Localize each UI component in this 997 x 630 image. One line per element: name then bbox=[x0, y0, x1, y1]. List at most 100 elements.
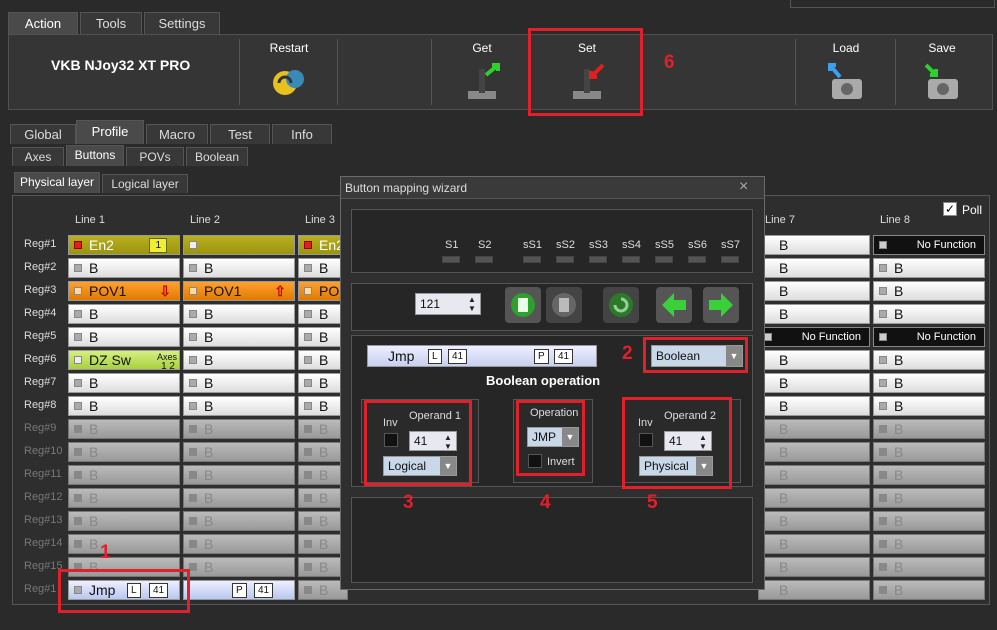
tab-axes[interactable]: Axes bbox=[12, 147, 64, 166]
cell-b[interactable]: B bbox=[873, 442, 985, 462]
tab-global[interactable]: Global bbox=[10, 124, 76, 144]
close-icon[interactable]: × bbox=[739, 178, 748, 196]
cell-b[interactable]: B bbox=[758, 580, 870, 600]
cell-b[interactable]: B bbox=[873, 465, 985, 485]
arrow-left-icon[interactable] bbox=[656, 287, 692, 323]
cell-b[interactable]: B bbox=[183, 557, 295, 577]
tab-macro[interactable]: Macro bbox=[146, 124, 208, 144]
cell-no-function[interactable]: No Function bbox=[873, 235, 985, 255]
tab-logical-layer[interactable]: Logical layer bbox=[102, 174, 188, 193]
cell-b[interactable]: B bbox=[68, 488, 180, 508]
cell-b[interactable]: B bbox=[758, 534, 870, 554]
tab-settings[interactable]: Settings bbox=[144, 12, 220, 34]
tab-buttons[interactable]: Buttons bbox=[66, 145, 124, 166]
row-label: Reg#1 bbox=[24, 583, 57, 595]
save-label: Save bbox=[928, 41, 956, 55]
paste-icon[interactable] bbox=[505, 287, 541, 323]
cell-pov1[interactable]: POV1 ⇧ bbox=[183, 281, 295, 301]
cell-empty[interactable] bbox=[183, 235, 295, 255]
cell-dz-sw[interactable]: DZ Sw Axes 1 2 bbox=[68, 350, 180, 370]
cell-b[interactable]: B bbox=[183, 511, 295, 531]
separator bbox=[431, 39, 432, 105]
cell-b[interactable]: B bbox=[183, 327, 295, 347]
cell-b[interactable]: B bbox=[68, 511, 180, 531]
en2-badge: 1 bbox=[149, 238, 167, 253]
cell-b[interactable]: B bbox=[758, 557, 870, 577]
cell-b[interactable]: B bbox=[873, 396, 985, 416]
cell-b[interactable]: B bbox=[183, 373, 295, 393]
cell-b[interactable]: B bbox=[183, 442, 295, 462]
tab-tools[interactable]: Tools bbox=[80, 12, 142, 34]
separator bbox=[239, 39, 240, 105]
tab-action[interactable]: Action bbox=[8, 12, 78, 34]
cell-b[interactable]: B bbox=[68, 396, 180, 416]
cell-b[interactable]: B bbox=[68, 373, 180, 393]
cell-b[interactable]: B bbox=[758, 465, 870, 485]
cell-b[interactable]: B bbox=[183, 465, 295, 485]
cell-b[interactable]: B bbox=[183, 258, 295, 278]
annotation-number: 1 bbox=[100, 542, 111, 563]
row-label: Reg#13 bbox=[24, 514, 63, 526]
cell-b[interactable]: B bbox=[758, 488, 870, 508]
cell-no-function[interactable]: No Function bbox=[873, 327, 985, 347]
cell-b[interactable]: B bbox=[873, 258, 985, 278]
copy-icon[interactable] bbox=[546, 287, 582, 323]
cell-b[interactable]: B bbox=[68, 465, 180, 485]
cell-b[interactable]: B bbox=[873, 534, 985, 554]
separator bbox=[895, 39, 896, 105]
cell-b[interactable]: B bbox=[758, 396, 870, 416]
cell-b[interactable]: B bbox=[68, 327, 180, 347]
cell-b[interactable]: B bbox=[873, 488, 985, 508]
cell-b[interactable]: B bbox=[68, 258, 180, 278]
cell-b[interactable]: B bbox=[873, 580, 985, 600]
cell-b[interactable]: B bbox=[183, 396, 295, 416]
led-indicator bbox=[523, 256, 541, 263]
cell-b[interactable]: B bbox=[758, 373, 870, 393]
cell-b[interactable]: B bbox=[758, 258, 870, 278]
tab-physical-layer[interactable]: Physical layer bbox=[14, 172, 100, 193]
cell-pov1[interactable]: POV1 ⇩ bbox=[68, 281, 180, 301]
cell-b[interactable]: B bbox=[183, 304, 295, 324]
register-spinner[interactable]: 121 ▲ ▼ bbox=[415, 293, 481, 315]
cell-b[interactable]: B bbox=[873, 350, 985, 370]
cell-en2[interactable]: En2 1 bbox=[68, 235, 180, 255]
cell-b[interactable]: B bbox=[873, 281, 985, 301]
cell-b[interactable]: B bbox=[183, 488, 295, 508]
cell-b[interactable]: B bbox=[873, 511, 985, 531]
arrow-right-icon[interactable] bbox=[703, 287, 739, 323]
cell-b[interactable]: B bbox=[758, 419, 870, 439]
cell-b[interactable]: B bbox=[183, 350, 295, 370]
cell-b[interactable]: B bbox=[873, 304, 985, 324]
cell-b[interactable]: B bbox=[873, 557, 985, 577]
cell-b[interactable]: B bbox=[758, 350, 870, 370]
section-title: Boolean operation bbox=[486, 373, 601, 388]
arrow-down-icon: ⇩ bbox=[159, 283, 171, 299]
cell-b[interactable]: B bbox=[68, 304, 180, 324]
cell-p41[interactable]: P 41 bbox=[183, 580, 295, 600]
load-button[interactable]: Load bbox=[801, 35, 891, 109]
spinner-arrows-icon[interactable]: ▲ ▼ bbox=[466, 295, 478, 313]
cell-b[interactable]: B bbox=[873, 373, 985, 393]
cell-b[interactable]: B bbox=[758, 511, 870, 531]
cell-b[interactable]: B bbox=[873, 419, 985, 439]
cell-b[interactable]: B bbox=[68, 534, 180, 554]
cell-b[interactable]: B bbox=[758, 442, 870, 462]
poll-checkbox[interactable]: ✓ bbox=[943, 202, 957, 216]
cell-b[interactable]: B bbox=[183, 534, 295, 554]
cell-b[interactable]: B bbox=[68, 442, 180, 462]
save-button[interactable]: Save bbox=[897, 35, 987, 109]
cell-no-function[interactable]: No Function bbox=[758, 327, 870, 347]
cell-b[interactable]: B bbox=[183, 419, 295, 439]
tab-profile[interactable]: Profile bbox=[76, 120, 144, 144]
tab-boolean[interactable]: Boolean bbox=[186, 147, 248, 166]
get-button[interactable]: Get bbox=[437, 35, 527, 109]
cell-b[interactable]: B bbox=[68, 419, 180, 439]
cell-b[interactable]: B bbox=[758, 281, 870, 301]
cell-b[interactable]: B bbox=[758, 235, 870, 255]
tab-povs[interactable]: POVs bbox=[126, 147, 184, 166]
cell-b[interactable]: B bbox=[758, 304, 870, 324]
restart-button[interactable]: Restart bbox=[244, 35, 334, 109]
refresh-icon[interactable] bbox=[603, 287, 639, 323]
tab-test[interactable]: Test bbox=[210, 124, 270, 144]
tab-info[interactable]: Info bbox=[272, 124, 332, 144]
